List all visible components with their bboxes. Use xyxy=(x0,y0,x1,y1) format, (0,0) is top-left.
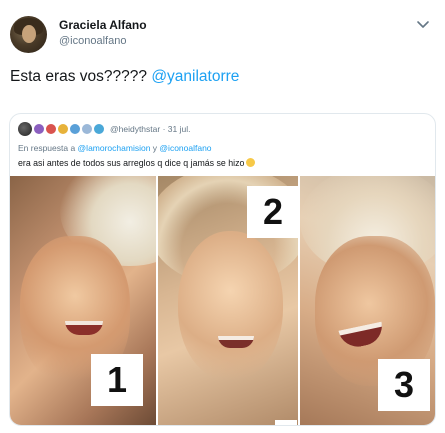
tweet-text: Esta eras vos????? @yanilatorre xyxy=(10,68,239,86)
reply-mention-2[interactable]: @iconoalfano xyxy=(159,143,211,153)
photo-panel-3[interactable]: 3 xyxy=(300,176,435,425)
photo-2-bottom-box xyxy=(275,420,297,425)
photo-label-2: 2 xyxy=(247,186,298,238)
quoted-handle-date[interactable]: @heidythstar · 31 jul. xyxy=(110,124,190,134)
quoted-avatar[interactable] xyxy=(18,122,32,136)
thinking-face-emoji-icon xyxy=(246,158,256,167)
quoted-header: @heidythstar · 31 jul. xyxy=(18,121,190,137)
quoted-reply-context: En respuesta a @lamorochamision y @icono… xyxy=(18,143,212,153)
reply-mention-1[interactable]: @lamorochamision xyxy=(78,143,151,153)
photo-panel-2[interactable]: 2 xyxy=(158,176,298,425)
heart-emoji-icon xyxy=(94,124,104,134)
author-handle[interactable]: @iconoalfano xyxy=(59,35,126,47)
photo-panel-1[interactable]: 1 xyxy=(10,176,156,425)
tweet-mention-link[interactable]: @yanilatorre xyxy=(151,68,239,85)
photo-2-face xyxy=(178,231,283,381)
music-note-emoji-icon xyxy=(82,124,92,134)
photo-label-3: 3 xyxy=(378,359,430,411)
purple-devil-emoji-icon xyxy=(34,124,44,134)
author-avatar[interactable] xyxy=(10,16,47,53)
photo-collage[interactable]: 1 2 3 xyxy=(10,176,435,425)
skull-emoji-icon xyxy=(58,124,68,134)
ghost-emoji-icon xyxy=(46,124,56,134)
globe-emoji-icon xyxy=(70,124,80,134)
tweet-text-body: Esta eras vos????? xyxy=(10,68,152,85)
quoted-text: era asi antes de todos sus arreglos q di… xyxy=(18,158,256,168)
author-name[interactable]: Graciela Alfano xyxy=(59,18,147,32)
tweet: Graciela Alfano @iconoalfano Esta eras v… xyxy=(0,0,445,433)
quoted-text-body: era asi antes de todos sus arreglos q di… xyxy=(18,158,245,168)
reply-prefix: En respuesta a xyxy=(18,143,78,153)
photo-label-1: 1 xyxy=(91,354,143,406)
chevron-down-icon[interactable] xyxy=(415,16,431,32)
avatar-face xyxy=(22,25,36,43)
quoted-tweet[interactable]: @heidythstar · 31 jul. En respuesta a @l… xyxy=(9,113,436,426)
